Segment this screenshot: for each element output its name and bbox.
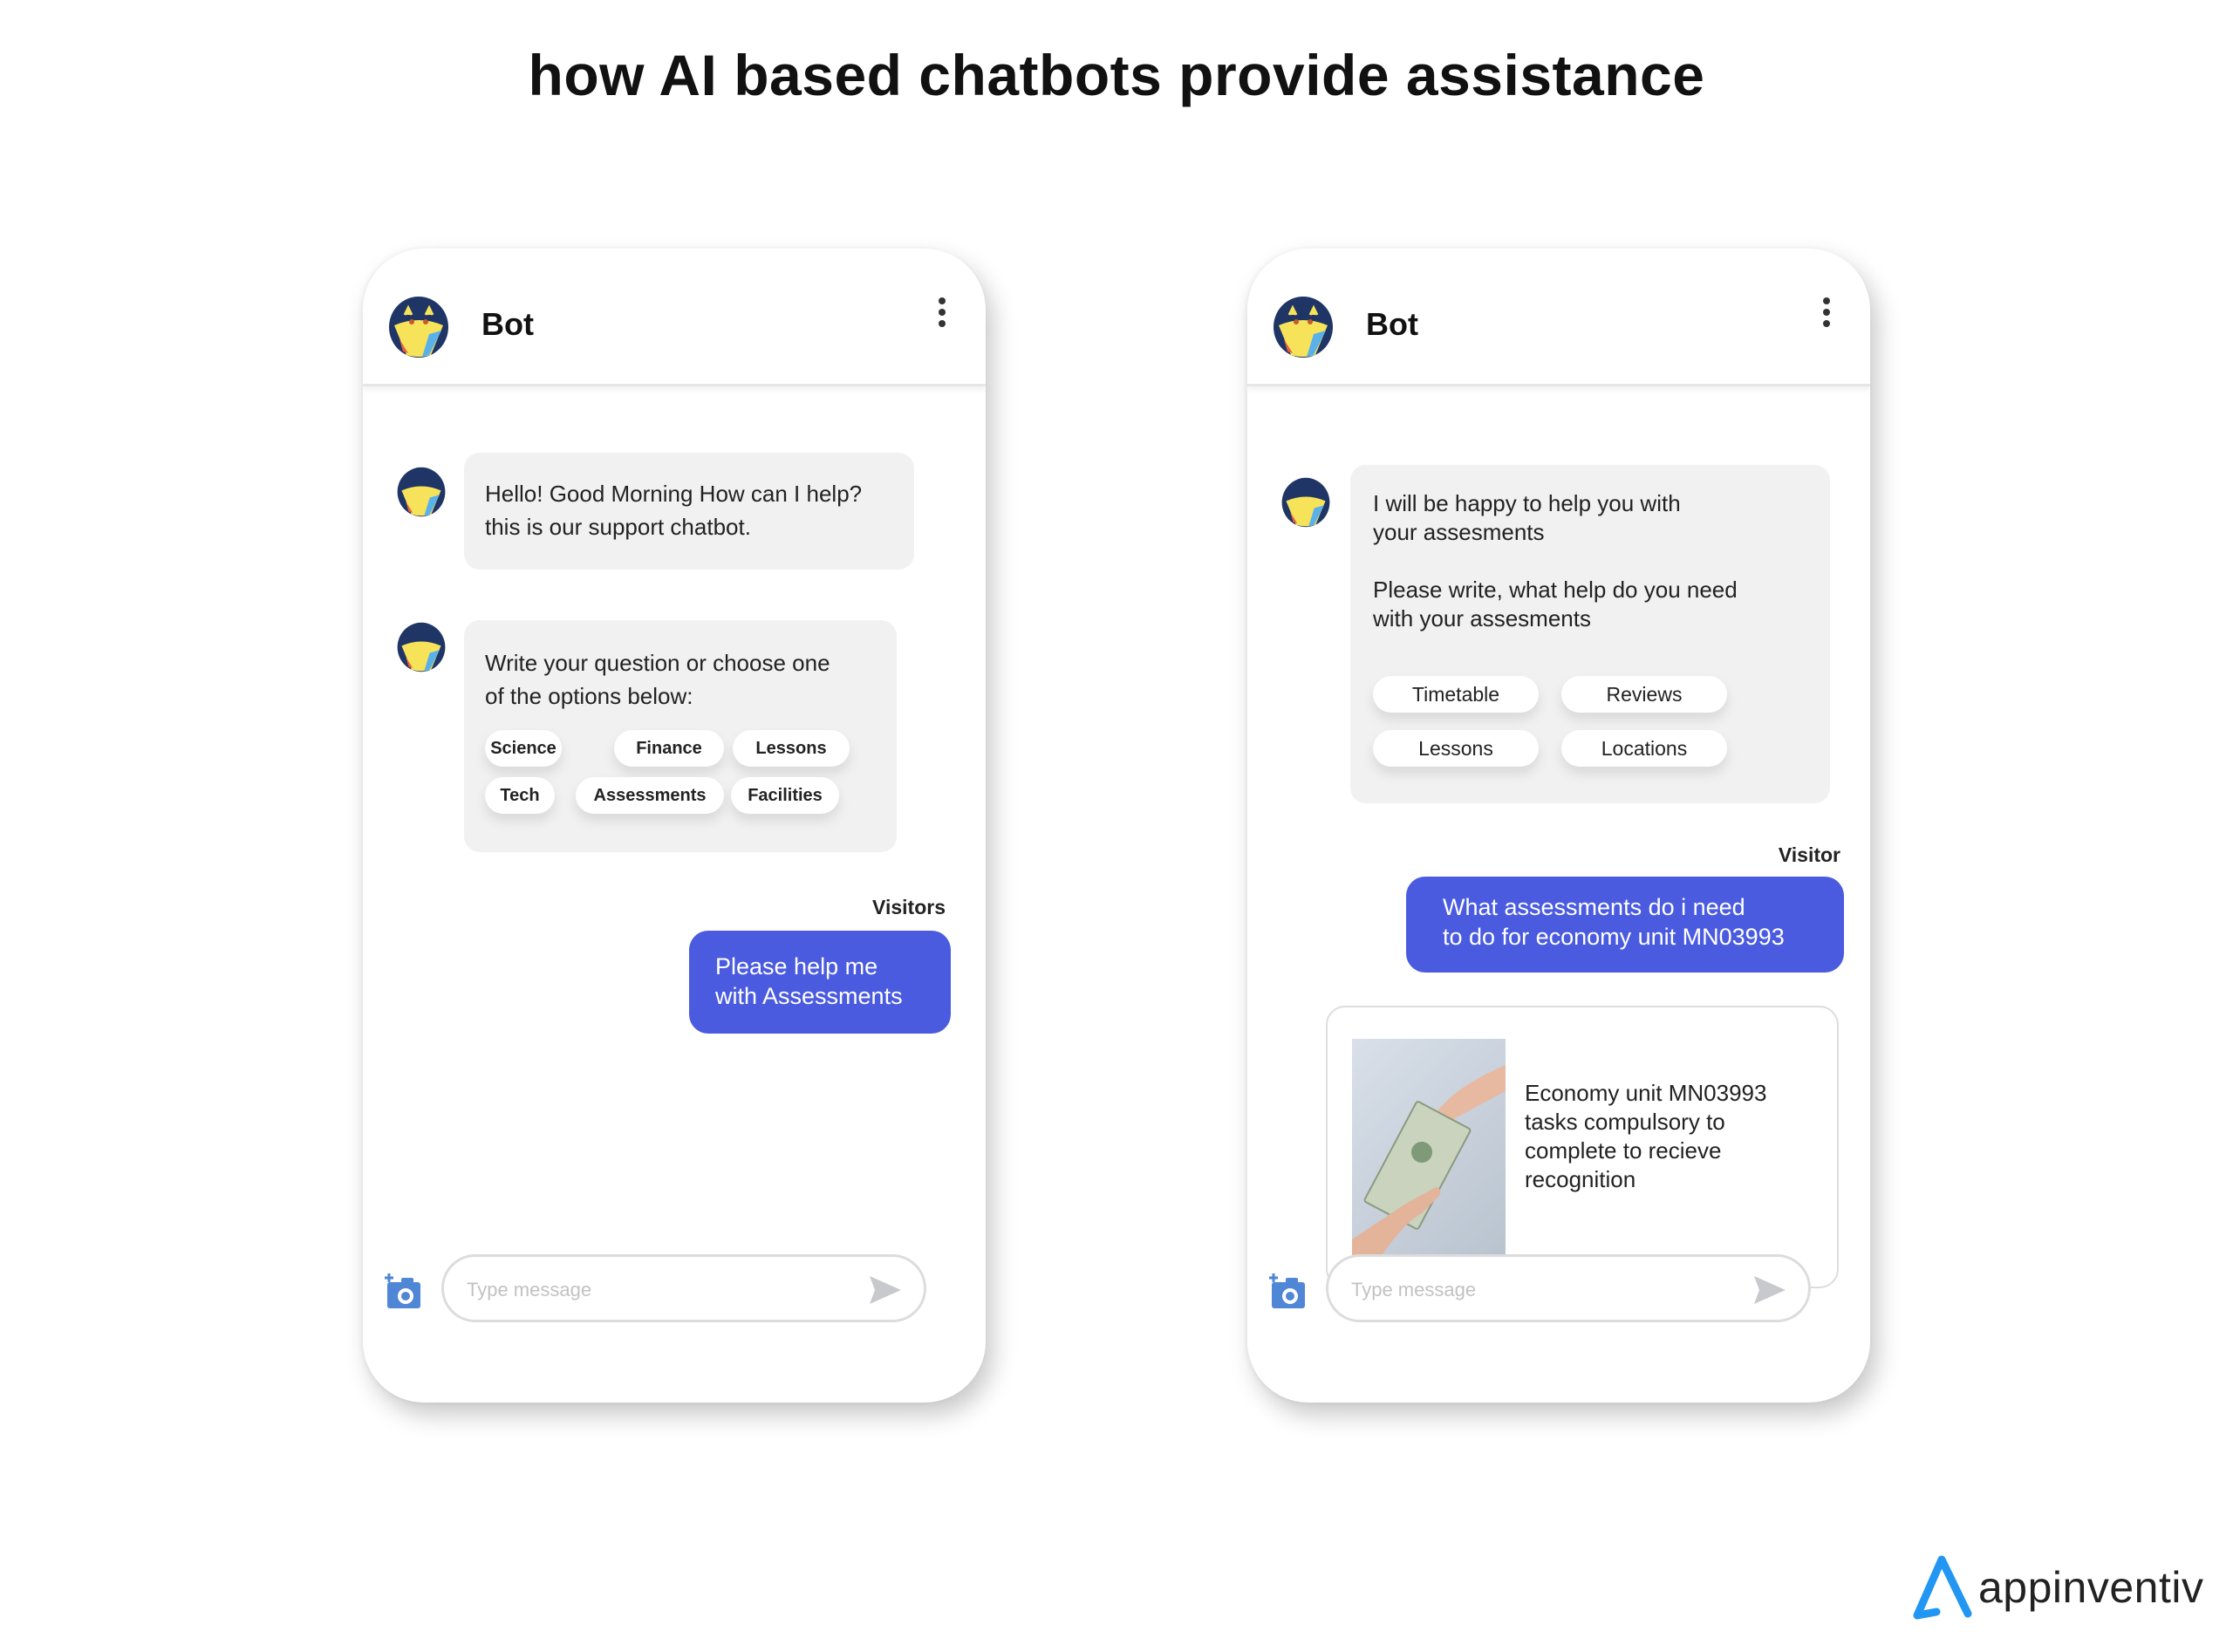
message-input[interactable] — [1349, 1273, 1737, 1307]
message-line: this is our support chatbot. — [485, 514, 751, 540]
message-line: Please help me — [715, 953, 878, 980]
message-line: to do for economy unit MN03993 — [1443, 924, 1785, 950]
bot-message: Hello! Good Morning How can I help? this… — [464, 453, 914, 570]
visitor-label: Visitor — [1778, 843, 1840, 866]
message-input-field[interactable] — [441, 1254, 926, 1322]
user-message: Please help me with Assessments — [689, 931, 951, 1034]
compose-bar — [1247, 1254, 1870, 1403]
message-line: What assessments do i need — [1443, 894, 1745, 920]
option-chip-reviews[interactable]: Reviews — [1561, 676, 1727, 713]
kebab-menu-icon[interactable] — [1821, 297, 1832, 327]
card-line: Economy unit MN03993 — [1525, 1080, 1767, 1106]
option-chip-tech[interactable]: Tech — [485, 777, 555, 814]
option-chip-lessons[interactable]: Lessons — [733, 730, 850, 767]
message-line: Write your question or choose one — [485, 650, 830, 676]
send-icon[interactable] — [870, 1276, 901, 1304]
card-line: complete to recieve — [1525, 1137, 1722, 1164]
brand-name: appinventiv — [1978, 1563, 2204, 1612]
bot-avatar-icon — [397, 467, 446, 517]
bot-message-options: I will be happy to help you with your as… — [1350, 465, 1830, 803]
message-line: I will be happy to help you with — [1373, 490, 1681, 516]
option-chip-locations[interactable]: Locations — [1561, 730, 1727, 767]
card-description: Economy unit MN03993 tasks compulsory to… — [1525, 1079, 1813, 1194]
bot-name: Bot — [481, 306, 534, 342]
chat-header: Bot — [1247, 249, 1870, 386]
message-line: Hello! Good Morning How can I help? — [485, 481, 863, 507]
card-line: tasks compulsory to — [1525, 1109, 1725, 1135]
camera-add-icon[interactable] — [384, 1272, 424, 1312]
option-chip-assessments[interactable]: Assessments — [576, 777, 724, 814]
compose-bar — [363, 1254, 986, 1403]
bot-name: Bot — [1366, 306, 1418, 342]
card-line: recognition — [1525, 1166, 1636, 1192]
bot-message-options: Write your question or choose one of the… — [464, 620, 897, 852]
message-line: with Assessments — [715, 983, 903, 1009]
phone-right: Bot I will be happy to help you with you… — [1247, 249, 1870, 1403]
message-input[interactable] — [465, 1273, 852, 1307]
phone-left: Bot Hello! Good Morning How can I help? … — [363, 249, 986, 1403]
kebab-menu-icon[interactable] — [937, 297, 947, 327]
send-icon[interactable] — [1754, 1276, 1786, 1304]
bot-avatar-icon — [1274, 297, 1333, 358]
option-chip-science[interactable]: Science — [485, 730, 562, 767]
camera-add-icon[interactable] — [1268, 1272, 1308, 1312]
option-chip-timetable[interactable]: Timetable — [1373, 676, 1539, 713]
message-line: with your assesments — [1373, 605, 1591, 631]
page-title: how AI based chatbots provide assistance — [528, 43, 1705, 107]
result-card[interactable]: Economy unit MN03993 tasks compulsory to… — [1326, 1006, 1839, 1288]
appinventiv-logo-icon — [1913, 1555, 1972, 1620]
message-input-field[interactable] — [1326, 1254, 1811, 1322]
message-line: your assesments — [1373, 519, 1545, 545]
message-line: Please write, what help do you need — [1373, 577, 1738, 603]
user-message: What assessments do i need to do for eco… — [1406, 877, 1844, 973]
bot-avatar-icon — [389, 297, 448, 358]
option-chip-facilities[interactable]: Facilities — [731, 777, 839, 814]
money-exchange-image — [1352, 1039, 1506, 1260]
option-chip-finance[interactable]: Finance — [614, 730, 724, 767]
brand-logo: appinventiv — [1910, 1553, 2203, 1622]
bot-avatar-icon — [397, 622, 446, 672]
bot-avatar-icon — [1281, 477, 1330, 528]
chat-header: Bot — [363, 249, 986, 386]
message-line: of the options below: — [485, 683, 693, 709]
visitor-label: Visitors — [872, 896, 946, 918]
option-chip-lessons[interactable]: Lessons — [1373, 730, 1539, 767]
